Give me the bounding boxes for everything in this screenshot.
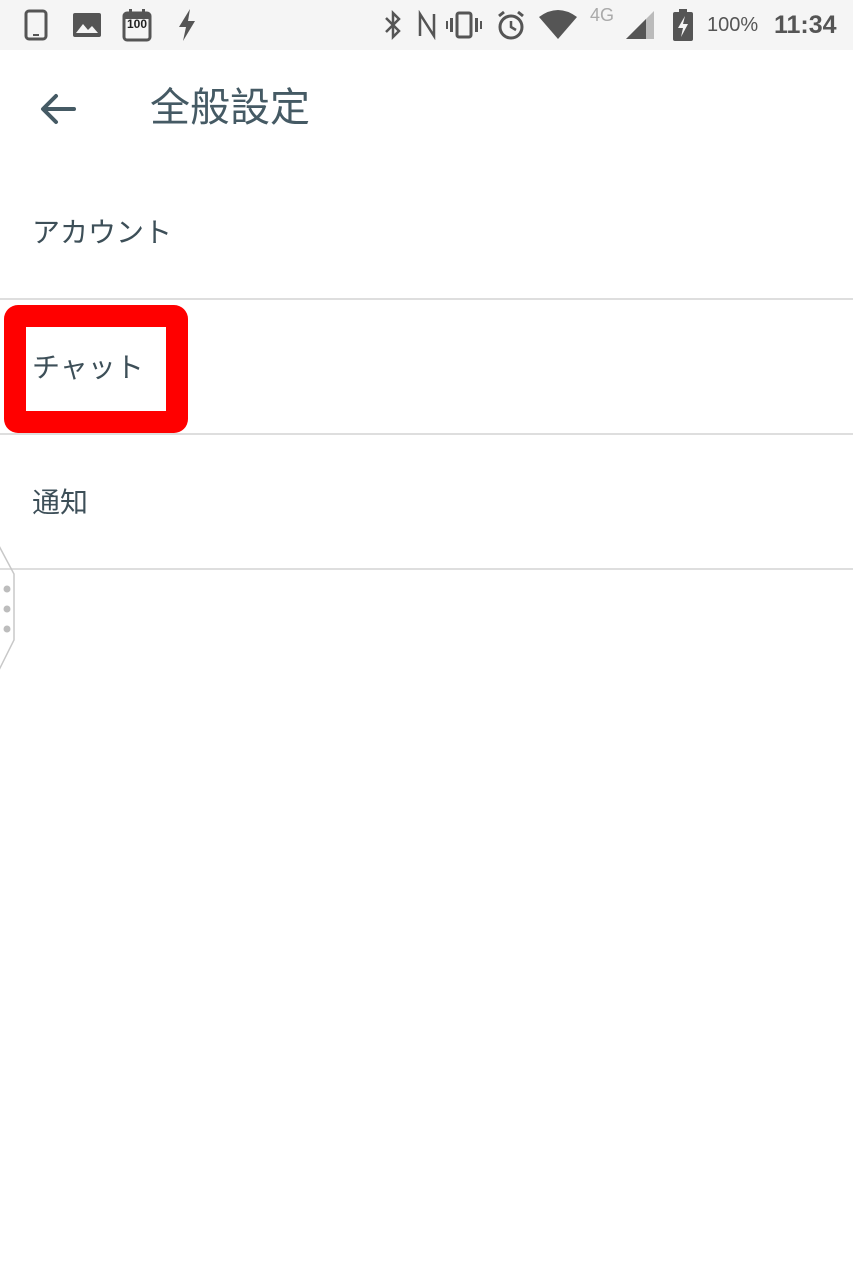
app-bar: 全般設定 [0, 50, 853, 168]
edge-handle-dots-icon [0, 546, 15, 670]
image-icon [72, 0, 102, 50]
bluetooth-icon [383, 0, 403, 50]
clock-time: 11:34 [774, 11, 837, 39]
settings-item-label: アカウント [32, 216, 173, 249]
page-title: 全般設定 [150, 85, 310, 131]
phone-icon [24, 0, 48, 50]
battery-percent: 100% [707, 14, 759, 36]
cell-signal-icon [624, 0, 656, 50]
calendar-100-icon: 100 [122, 0, 152, 50]
status-bar: 100 4G 100% 11:34 [0, 0, 853, 50]
settings-item-notifications[interactable]: 通知 [0, 435, 853, 570]
divider [0, 568, 853, 570]
settings-item-label: 通知 [32, 486, 89, 519]
nfc-icon [416, 0, 438, 50]
arrow-back-icon [41, 94, 76, 124]
flash-icon [177, 0, 197, 50]
battery-charging-icon [672, 0, 694, 50]
alarm-icon [496, 0, 526, 50]
network-type-label: 4G [590, 5, 615, 25]
notification-badge: 100 [127, 17, 148, 31]
back-button[interactable] [30, 86, 86, 132]
edge-panel-handle[interactable] [0, 542, 20, 674]
wifi-icon [538, 0, 578, 50]
highlight-box [4, 305, 188, 433]
vibrate-icon [446, 0, 482, 50]
settings-item-account[interactable]: アカウント [0, 165, 853, 300]
